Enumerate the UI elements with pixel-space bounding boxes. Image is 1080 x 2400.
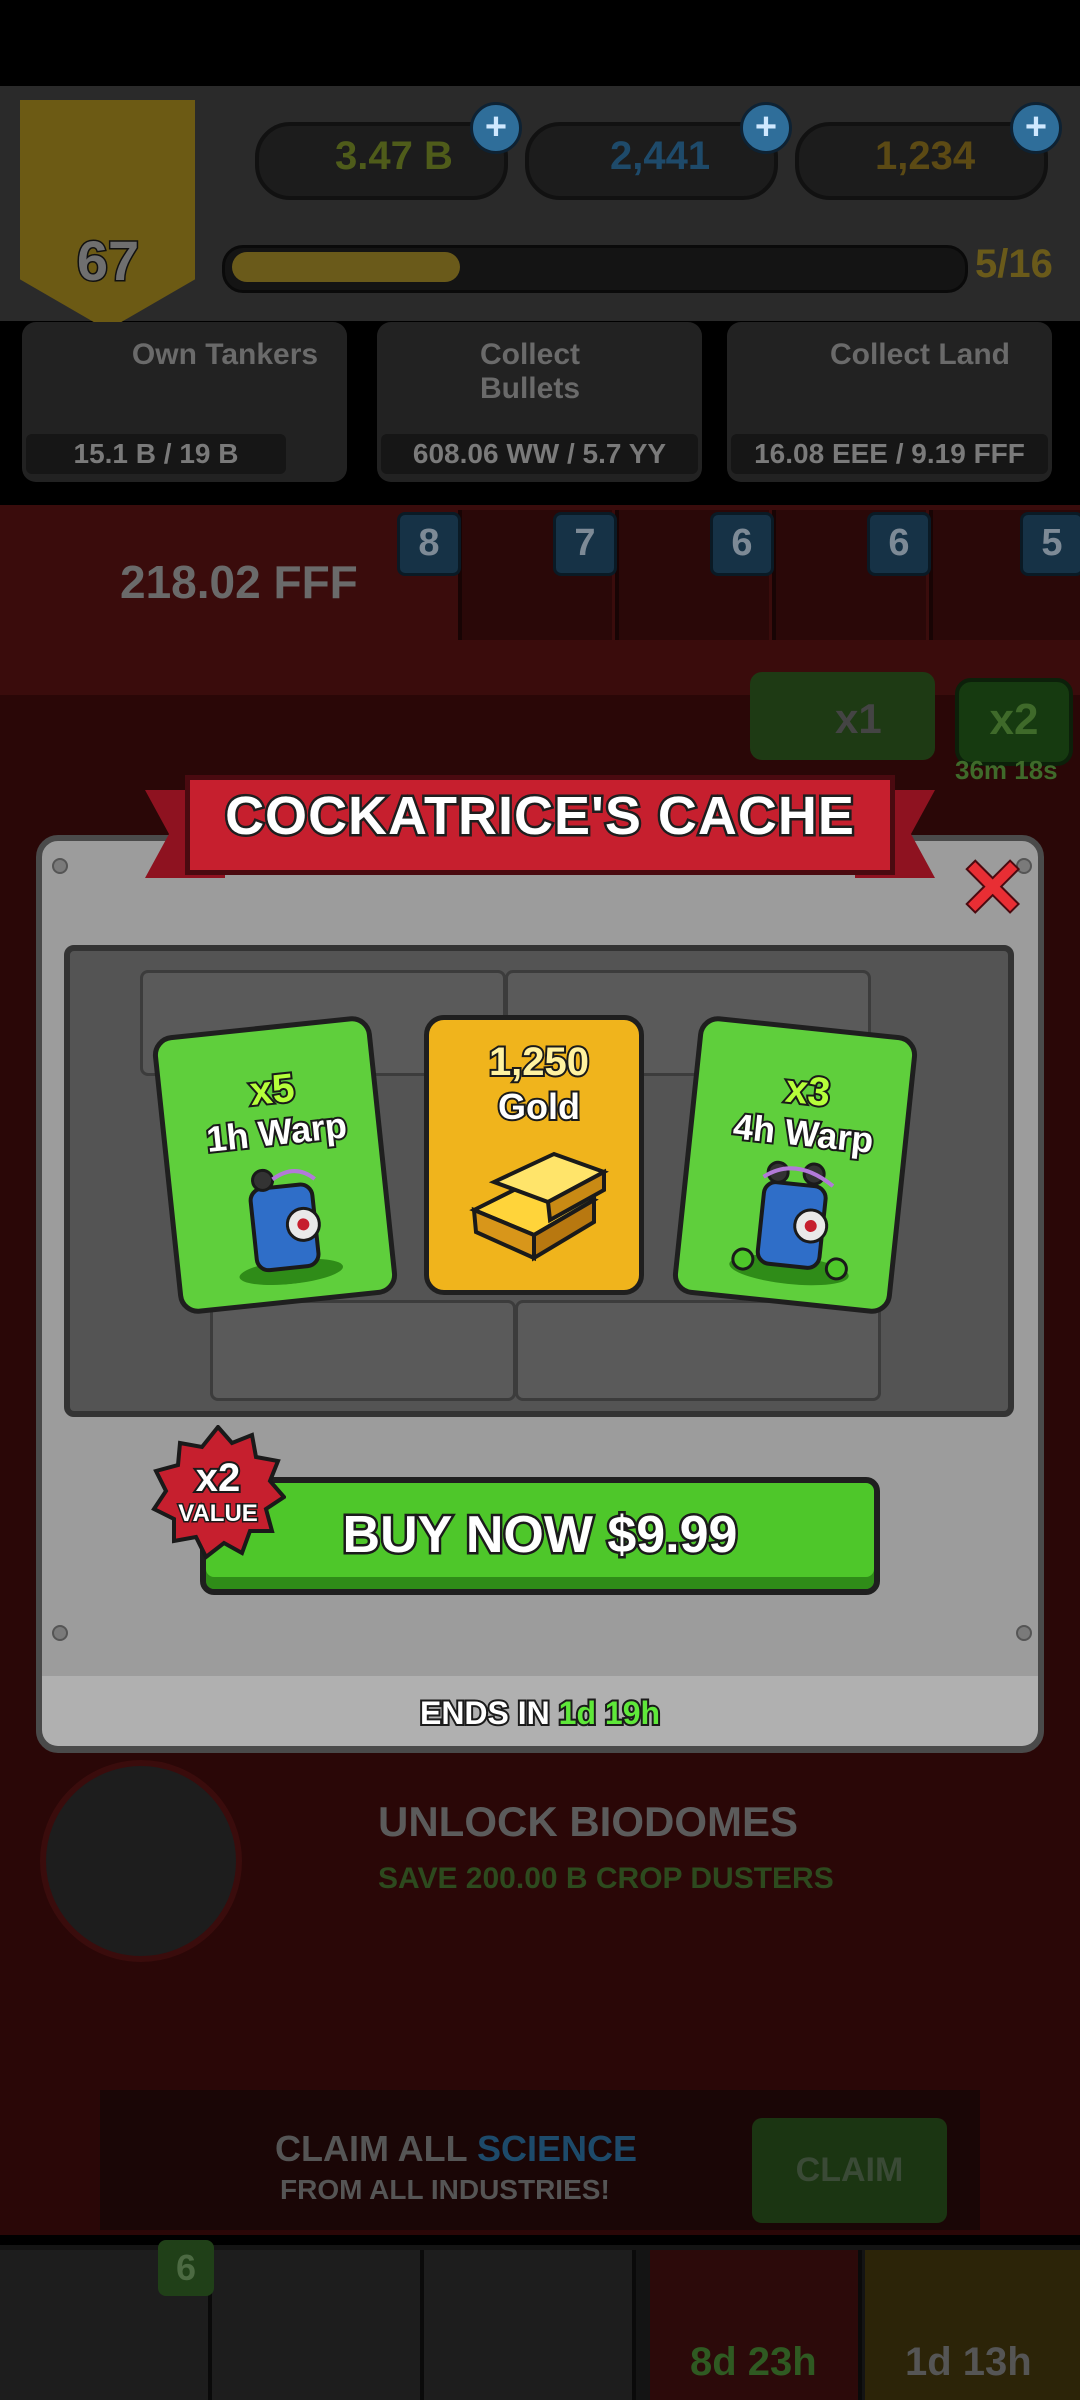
- offer-countdown: ENDS IN 1d 19h: [418, 1693, 662, 1733]
- task-progress: 608.06 WW / 5.7 YY: [381, 434, 698, 474]
- panel-plate: [210, 1300, 516, 1401]
- warp-machine-icon: [729, 1160, 849, 1286]
- level-number: 67: [75, 228, 140, 294]
- science-value: 2,441: [610, 134, 711, 178]
- biodome-subtitle: SAVE 200.00 B CROP DUSTERS: [378, 1862, 834, 1895]
- task-title: Own Tankers: [131, 338, 319, 371]
- nav-cards[interactable]: [212, 2250, 424, 2400]
- industry-total: 218.02 FFF: [120, 556, 358, 608]
- boost-timer: 36m 18s: [955, 755, 1058, 785]
- card-label: Gold: [496, 1084, 582, 1129]
- buy-now-label: BUY NOW $9.99: [340, 1504, 740, 1567]
- industry-badge: 8: [397, 512, 461, 576]
- status-bar: [0, 0, 1080, 86]
- task-title: Collect Land: [829, 338, 1010, 371]
- add-science-button[interactable]: +: [740, 102, 792, 154]
- industry-badge: 6: [710, 512, 774, 576]
- nav-badge: 6: [158, 2240, 214, 2296]
- rivet: [1016, 1625, 1032, 1641]
- gold-value: 1,234: [875, 134, 976, 178]
- nav-event-timer: 8d 23h: [690, 2340, 817, 2384]
- xp-progress: 5/16: [975, 242, 1053, 286]
- task-title: Collect Bullets: [479, 338, 581, 405]
- nav-chest-timer: 1d 13h: [905, 2340, 1032, 2384]
- reward-card-4h-warp: x3 4h Warp: [670, 1014, 920, 1316]
- badge-word: VALUE: [178, 1500, 258, 1527]
- industry-badge: 6: [867, 512, 931, 576]
- gold-bars-icon: [469, 1151, 609, 1262]
- add-gold-button[interactable]: +: [1010, 102, 1062, 154]
- xp-bar-fill: [232, 252, 460, 282]
- rivet: [52, 858, 68, 874]
- rivet: [52, 1625, 68, 1641]
- claim-button[interactable]: CLAIM: [752, 2118, 947, 2223]
- claim-heading: CLAIM ALL SCIENCE: [275, 2128, 638, 2169]
- task-progress: 16.08 EEE / 9.19 FFF: [731, 434, 1048, 474]
- reward-card-1h-warp: x5 1h Warp: [150, 1014, 400, 1316]
- offer-title: COCKATRICE'S CACHE: [223, 784, 857, 849]
- warp-machine-icon: [239, 1168, 343, 1285]
- panel-plate: [515, 1300, 881, 1401]
- task-progress: 15.1 B / 19 B: [26, 434, 286, 474]
- multiplier-current: x1: [835, 695, 882, 742]
- card-quantity: 1,250: [487, 1038, 591, 1086]
- industry-badge: 5: [1020, 512, 1080, 576]
- biodome-title: UNLOCK BIODOMES: [378, 1798, 798, 1845]
- cash-value: 3.47 B: [335, 134, 453, 178]
- close-button[interactable]: ✕: [958, 847, 1027, 929]
- boost-x2-button[interactable]: x2: [955, 678, 1073, 766]
- badge-multiplier: x2: [196, 1456, 241, 1500]
- claim-subheading: FROM ALL INDUSTRIES!: [280, 2174, 610, 2205]
- nav-research[interactable]: [424, 2250, 636, 2400]
- lock-icon: [40, 1760, 242, 1962]
- double-value-badge: x2 VALUE: [151, 1425, 286, 1561]
- reward-card-gold: 1,250 Gold: [424, 1015, 644, 1295]
- industry-badge: 7: [553, 512, 617, 576]
- add-cash-button[interactable]: +: [470, 102, 522, 154]
